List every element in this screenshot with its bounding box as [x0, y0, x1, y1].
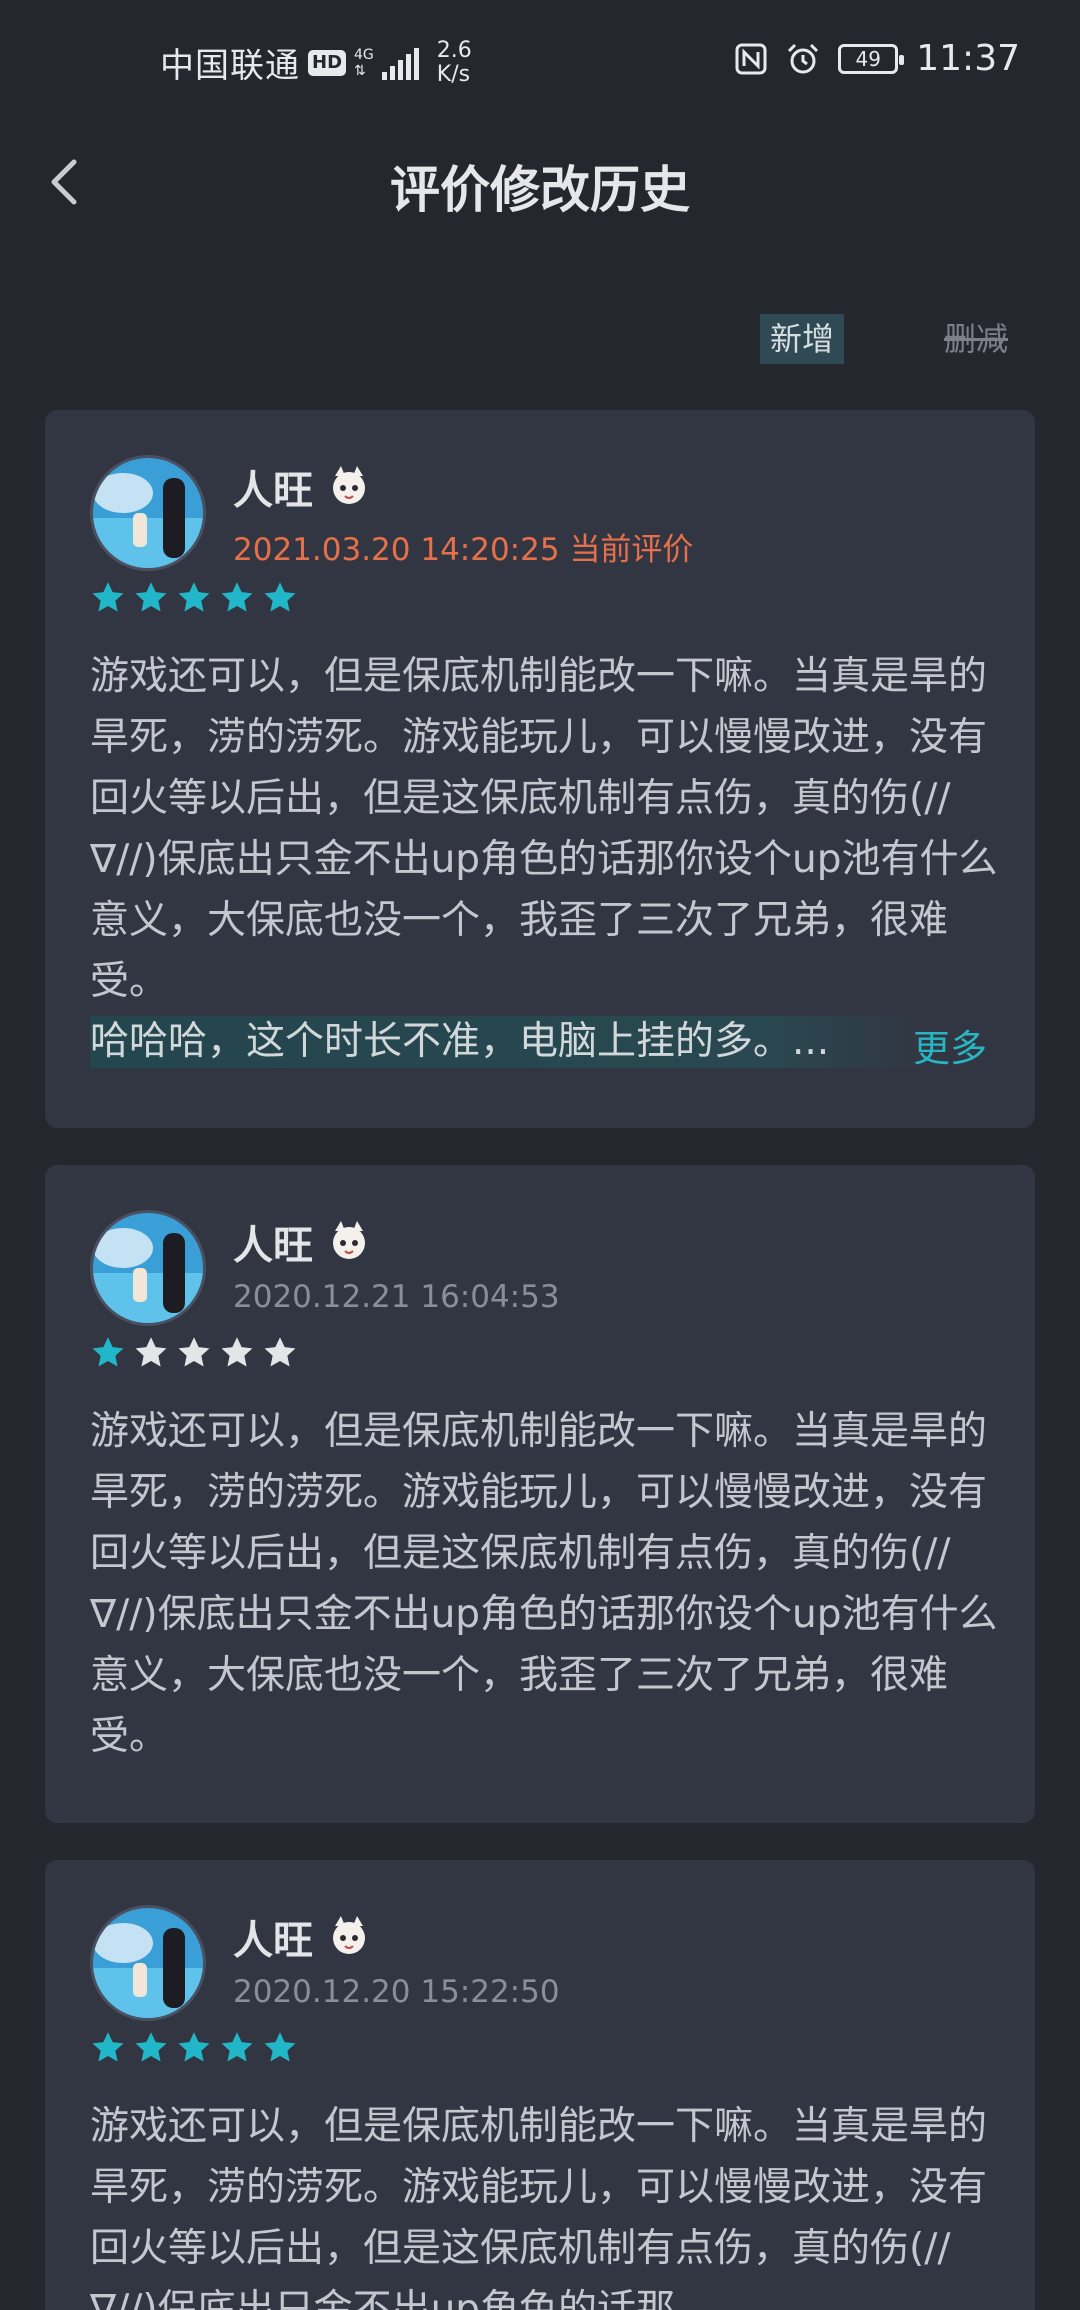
reply-text: 哈哈哈，这个时长不准，电脑上挂的多。...: [90, 1016, 930, 1068]
star-filled-icon: [178, 2032, 210, 2062]
star-filled-icon: [135, 582, 167, 612]
hd-badge: HD: [308, 49, 347, 76]
speed-value: 2.6: [436, 37, 472, 63]
star-filled-icon: [264, 2032, 296, 2062]
filter-added-chip[interactable]: 新增: [760, 314, 845, 364]
star-rating: [90, 2030, 298, 2066]
signal-icon: [381, 46, 419, 80]
star-filled-icon: [92, 2032, 124, 2062]
review-text: 游戏还可以，但是保底机制能改一下嘛。当真是旱的旱死，涝的涝死。游戏能玩儿，可以慢…: [90, 654, 998, 1004]
network-type: 4G ⇅: [354, 47, 374, 79]
user-name: 人旺: [233, 468, 313, 514]
mascot-badge-icon: [333, 1916, 365, 1954]
star-filled-icon: [178, 582, 210, 612]
avatar[interactable]: [90, 455, 206, 571]
review-text: 游戏还可以，但是保底机制能改一下嘛。当真是旱的旱死，涝的涝死。游戏能玩儿，可以慢…: [90, 1409, 998, 1759]
avatar[interactable]: [90, 1905, 206, 2021]
star-filled-icon: [221, 2032, 253, 2062]
data-arrows-icon: ⇅: [354, 62, 366, 79]
network-speed: 2.6 K/s: [436, 37, 472, 87]
nfc-icon: [735, 43, 767, 74]
alarm-icon: [788, 43, 819, 73]
clock: 11:37: [916, 38, 1020, 79]
star-filled-icon: [92, 1337, 124, 1367]
status-bar-right: 49 11:37: [734, 38, 1020, 79]
user-name: 人旺: [233, 1918, 313, 1964]
battery-level: 49: [855, 46, 881, 71]
review-card: 人旺 2020.12.21 16:04:53 游戏还可以，但是保底机制能改一下嘛…: [45, 1165, 1035, 1823]
review-text: 游戏还可以，但是保底机制能改一下嘛。当真是旱的旱死，涝的涝死。游戏能玩儿，可以慢…: [90, 2104, 988, 2310]
star-filled-icon: [264, 582, 296, 612]
network-type-label: 4G: [354, 46, 374, 63]
star-filled-icon: [135, 2032, 167, 2062]
star-empty-icon: [221, 1337, 253, 1367]
star-empty-icon: [135, 1337, 167, 1367]
review-timestamp: 2020.12.21 16:04:53: [233, 1279, 560, 1315]
page-title: 评价修改历史: [390, 161, 690, 219]
mascot-badge-icon: [333, 1221, 365, 1259]
star-empty-icon: [178, 1337, 210, 1367]
developer-reply: 哈哈哈，这个时长不准，电脑上挂的多。...: [90, 1016, 930, 1068]
current-review-label: 当前评价: [569, 532, 694, 568]
review-timestamp: 2020.12.20 15:22:50: [233, 1974, 560, 2010]
avatar[interactable]: [90, 1210, 206, 1326]
review-timestamp: 2021.03.20 14:20:25 当前评价: [233, 524, 693, 569]
speed-unit: K/s: [436, 61, 471, 87]
status-bar-left: 中国联通 HD 4G ⇅ 2.6 K/s: [160, 38, 472, 87]
user-name: 人旺: [233, 1223, 313, 1269]
review-card: 人旺 2021.03.20 14:20:25 当前评价 游戏还可以，但是保底机制…: [45, 410, 1035, 1128]
battery-icon: 49: [838, 43, 905, 74]
review-card: 人旺 2020.12.20 15:22:50 游戏还可以，但是保底机制能改一下嘛…: [45, 1860, 1035, 2310]
star-filled-icon: [221, 582, 253, 612]
star-rating: [90, 1335, 298, 1371]
star-empty-icon: [264, 1337, 296, 1367]
more-link[interactable]: 更多: [913, 1018, 987, 1072]
timestamp-value: 2021.03.20 14:20:25: [233, 532, 560, 568]
carrier-label: 中国联通: [160, 46, 300, 86]
status-bar: 中国联通 HD 4G ⇅ 2.6 K/s 49 11:37: [0, 0, 1080, 120]
star-rating: [90, 580, 298, 616]
star-filled-icon: [92, 582, 124, 612]
filter-deleted-chip[interactable]: 删减: [942, 314, 1010, 364]
mascot-badge-icon: [333, 466, 365, 504]
